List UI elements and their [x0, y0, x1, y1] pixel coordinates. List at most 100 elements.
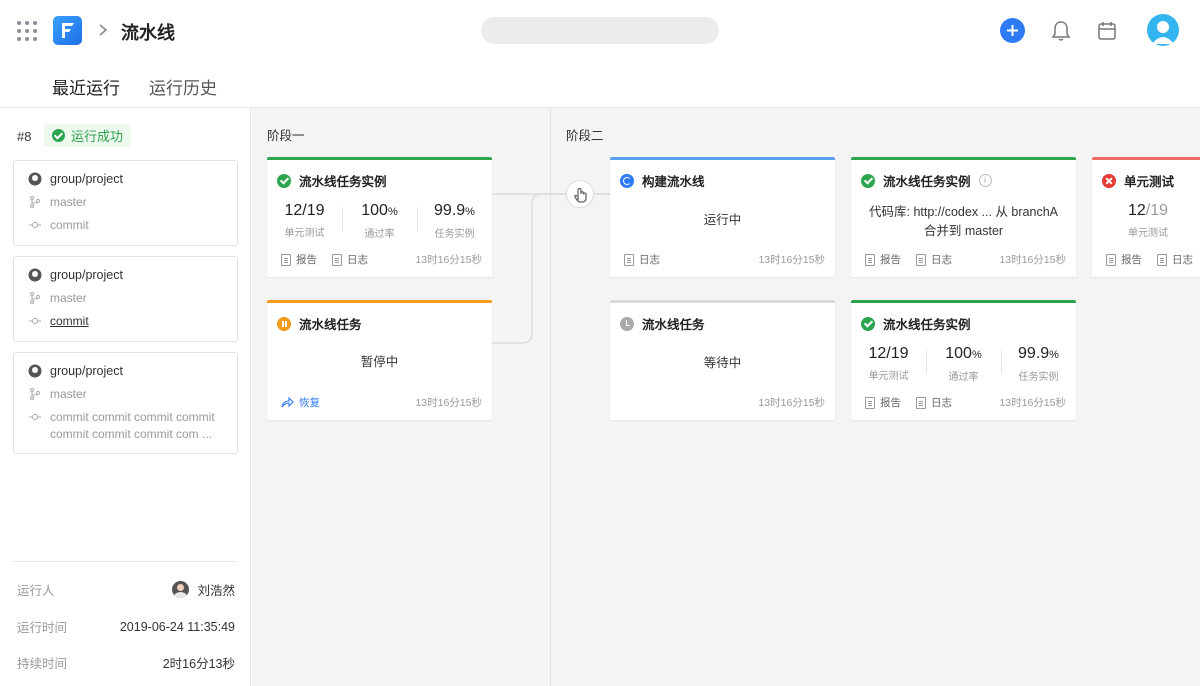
commit-card[interactable]: group/project master commit commit commi… — [13, 352, 238, 454]
info-icon[interactable]: i — [978, 174, 992, 187]
stat-unit-test: 12/19 单元测试 — [851, 344, 926, 383]
log-link[interactable]: 日志 — [1157, 252, 1193, 267]
log-label: 日志 — [1172, 254, 1193, 266]
commit-card[interactable]: group/project master commit — [13, 256, 238, 342]
status-text: 运行成功 — [71, 129, 124, 144]
user-avatar[interactable] — [1147, 14, 1179, 46]
manual-gate-button[interactable] — [566, 180, 594, 208]
description-line: 合并到 master — [923, 224, 1004, 238]
run-time-row: 运行时间 2019-06-24 11:35:49 — [17, 617, 235, 636]
commit-card[interactable]: group/project master commit — [13, 160, 238, 246]
log-link[interactable]: 日志 — [624, 252, 660, 267]
tab-bar: 最近运行 运行历史 — [52, 74, 217, 111]
report-label: 报告 — [880, 254, 901, 266]
divider — [13, 561, 237, 562]
pause-circle-icon — [277, 316, 291, 331]
stat-total: /19 — [1145, 202, 1169, 219]
job-card[interactable]: 构建流水线 运行中 日志 13时16分15秒 — [610, 157, 835, 277]
commit-link[interactable]: commit — [50, 314, 89, 328]
elapsed-time: 13时16分15秒 — [999, 254, 1066, 266]
stat-unit-test: 12/19 单元测试 — [1092, 201, 1200, 239]
stats-row: 12/19 单元测试 — [1092, 201, 1200, 239]
status-bar — [267, 157, 492, 160]
branch-name: master — [50, 387, 87, 401]
log-label: 日志 — [931, 254, 952, 266]
runner-avatar — [172, 581, 190, 598]
card-title: 构建流水线 — [620, 171, 705, 190]
log-icon — [1157, 253, 1167, 266]
log-link[interactable]: 日志 — [916, 395, 952, 410]
job-card[interactable]: 流水线任务实例 i 代码库: http://codex ... 从 branch… — [851, 157, 1076, 277]
bell-icon[interactable] — [1050, 19, 1072, 43]
check-circle-icon — [52, 129, 65, 142]
check-circle-icon — [861, 316, 875, 331]
card-footer: 报告 日志 13时16分15秒 — [865, 252, 1066, 267]
report-link[interactable]: 报告 — [865, 395, 901, 410]
stat-pass-rate: 100% 通过率 — [926, 344, 1001, 383]
job-card[interactable]: 流水线任务实例 12/19 单元测试 100% 通过率 99.9% 任务实例 报告 日… — [267, 157, 492, 277]
card-footer: 日志 13时16分15秒 — [624, 252, 825, 267]
clock-icon — [620, 316, 634, 331]
plus-icon — [1007, 25, 1018, 36]
commit-message-line: commit commit commit com ... — [50, 427, 213, 441]
search-input[interactable] — [481, 17, 719, 44]
repo-name: group/project — [50, 268, 123, 282]
tab-recent-runs[interactable]: 最近运行 — [52, 74, 120, 111]
report-link[interactable]: 报告 — [865, 252, 901, 267]
status-bar — [610, 157, 835, 160]
card-title-text: 流水线任务实例 — [883, 318, 971, 332]
pipeline-canvas: 阶段一 阶段二 流水线任务实例 12/19 单元测试 100% 通过率 99.9% 任… — [252, 108, 1200, 686]
runner-row: 运行人 刘浩然 — [17, 580, 235, 599]
report-icon — [865, 396, 875, 409]
job-card[interactable]: 流水线任务 等待中 13时16分15秒 — [610, 300, 835, 420]
job-description: 代码库: http://codex ... 从 branchA 合并到 mast… — [851, 203, 1076, 241]
log-icon — [624, 253, 634, 266]
card-title-text: 流水线任务实例 — [883, 175, 971, 189]
card-footer: 报告 日志 13时16分15秒 — [865, 395, 1066, 410]
commit-row: commit commit commit commit commit commi… — [14, 409, 237, 443]
stat-unit: % — [971, 349, 982, 361]
report-link[interactable]: 报告 — [1106, 252, 1142, 267]
job-card[interactable]: 流水线任务 暂停中 恢复 13时16分15秒 — [267, 300, 492, 420]
log-icon — [332, 253, 342, 266]
card-title: 流水线任务实例 i — [861, 171, 992, 190]
repo-name: group/project — [50, 172, 123, 186]
elapsed-time: 13时16分15秒 — [415, 254, 482, 266]
report-label: 报告 — [296, 254, 317, 266]
branch-icon — [30, 388, 40, 400]
card-title: 单元测试 — [1102, 171, 1174, 190]
branch-icon — [30, 292, 40, 304]
card-title: 流水线任务 — [620, 314, 705, 333]
stat-unit-test: 12/19 单元测试 — [267, 201, 342, 240]
stat-value: 99.9 — [434, 202, 466, 219]
stats-row: 12/19 单元测试 100% 通过率 99.9% 任务实例 — [851, 344, 1076, 383]
run-time-value: 2019-06-24 11:35:49 — [119, 619, 235, 634]
run-sidebar: #8 运行成功 group/project master commit grou… — [0, 108, 251, 686]
commit-message-line: commit commit commit commit — [50, 410, 215, 424]
report-icon — [281, 253, 291, 266]
error-circle-icon — [1102, 173, 1116, 188]
stat-label: 单元测试 — [1128, 228, 1168, 239]
tab-run-history[interactable]: 运行历史 — [149, 74, 217, 111]
log-link[interactable]: 日志 — [332, 252, 368, 267]
elapsed-time: 13时16分15秒 — [999, 397, 1066, 409]
job-state: 等待中 — [703, 356, 742, 370]
app-grid-icon[interactable] — [17, 21, 37, 41]
report-link[interactable]: 报告 — [281, 252, 317, 267]
stat-task-instance: 99.9% 任务实例 — [1001, 344, 1076, 383]
card-title-text: 构建流水线 — [642, 175, 705, 189]
branch-row: master — [14, 194, 237, 217]
job-card[interactable]: 单元测试 12/19 单元测试 报告 日志 — [1092, 157, 1200, 277]
status-badge: 运行成功 — [44, 124, 132, 147]
add-button[interactable] — [1000, 18, 1025, 43]
check-circle-icon — [861, 173, 875, 188]
resume-button[interactable]: 恢复 — [281, 395, 320, 410]
calendar-icon[interactable] — [1096, 19, 1118, 43]
job-card[interactable]: 流水线任务实例 12/19 单元测试 100% 通过率 99.9% 任务实例 报告 日… — [851, 300, 1076, 420]
status-bar — [851, 157, 1076, 160]
duration-value: 2时16分13秒 — [162, 657, 235, 671]
report-icon — [1106, 253, 1116, 266]
log-label: 日志 — [639, 254, 660, 266]
app-logo[interactable] — [53, 16, 82, 45]
log-link[interactable]: 日志 — [916, 252, 952, 267]
